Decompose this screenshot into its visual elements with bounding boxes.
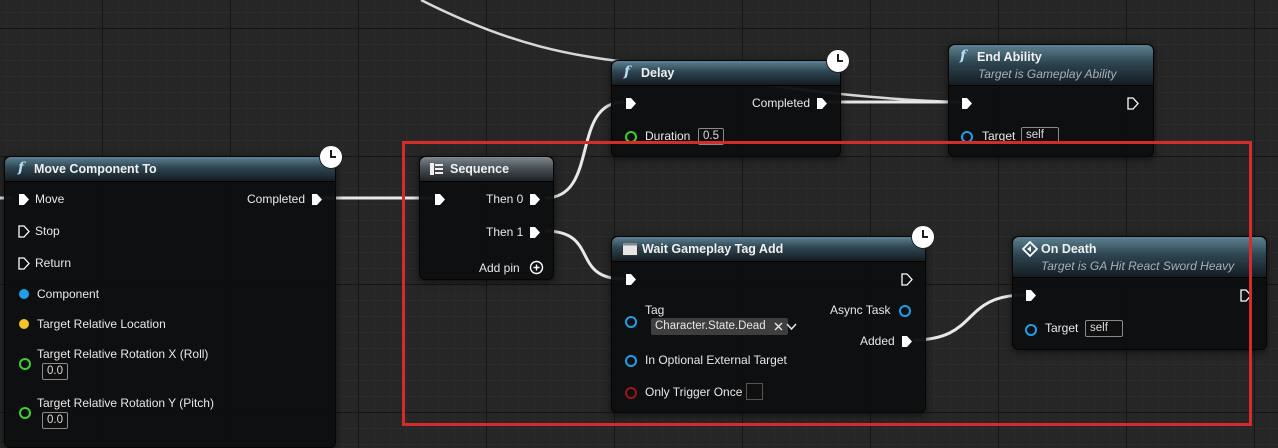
pin-completed-label: Completed <box>247 192 306 206</box>
exec-out-pin[interactable] <box>816 97 828 110</box>
latent-clock-icon <box>826 49 850 73</box>
function-icon: f <box>624 64 631 80</box>
exec-in-pin[interactable] <box>961 97 973 110</box>
pin-rot-y-label: Target Relative Rotation Y (Pitch) <box>37 396 214 410</box>
exec-out-pin[interactable] <box>1127 97 1139 110</box>
exec-in-pin-move[interactable] <box>18 193 30 206</box>
selection-highlight-box <box>402 141 1252 426</box>
rot-x-input[interactable]: 0.0 <box>42 363 68 380</box>
node-title: Delay <box>641 66 675 80</box>
node-title: End Ability <box>977 50 1042 64</box>
pin-component-label: Component <box>37 287 100 301</box>
function-icon: f <box>18 160 25 176</box>
float-pin-rot-y[interactable] <box>19 407 31 419</box>
completed-label: Completed <box>752 96 811 110</box>
exec-in-pin-return[interactable] <box>18 257 30 270</box>
pin-rot-x-label: Target Relative Rotation X (Roll) <box>37 347 209 361</box>
node-subtitle: Target is Gameplay Ability <box>978 67 1117 81</box>
pin-location-label: Target Relative Location <box>37 317 166 331</box>
rot-y-input[interactable]: 0.0 <box>42 412 68 429</box>
exec-in-pin-stop[interactable] <box>18 225 30 238</box>
exec-out-pin[interactable] <box>311 193 323 206</box>
pin-move-label: Move <box>35 192 65 206</box>
float-pin-rot-x[interactable] <box>19 358 31 370</box>
exec-in-pin[interactable] <box>625 97 637 110</box>
vector-pin-location[interactable] <box>19 319 29 329</box>
node-title: Move Component To <box>34 162 157 176</box>
object-pin-component[interactable] <box>19 289 29 299</box>
pin-stop-label: Stop <box>35 224 60 238</box>
node-move-component-to[interactable]: f Move Component To Completed Move Stop … <box>4 156 336 448</box>
latent-clock-icon <box>319 145 343 169</box>
function-icon: f <box>960 48 967 64</box>
pin-return-label: Return <box>35 256 72 270</box>
